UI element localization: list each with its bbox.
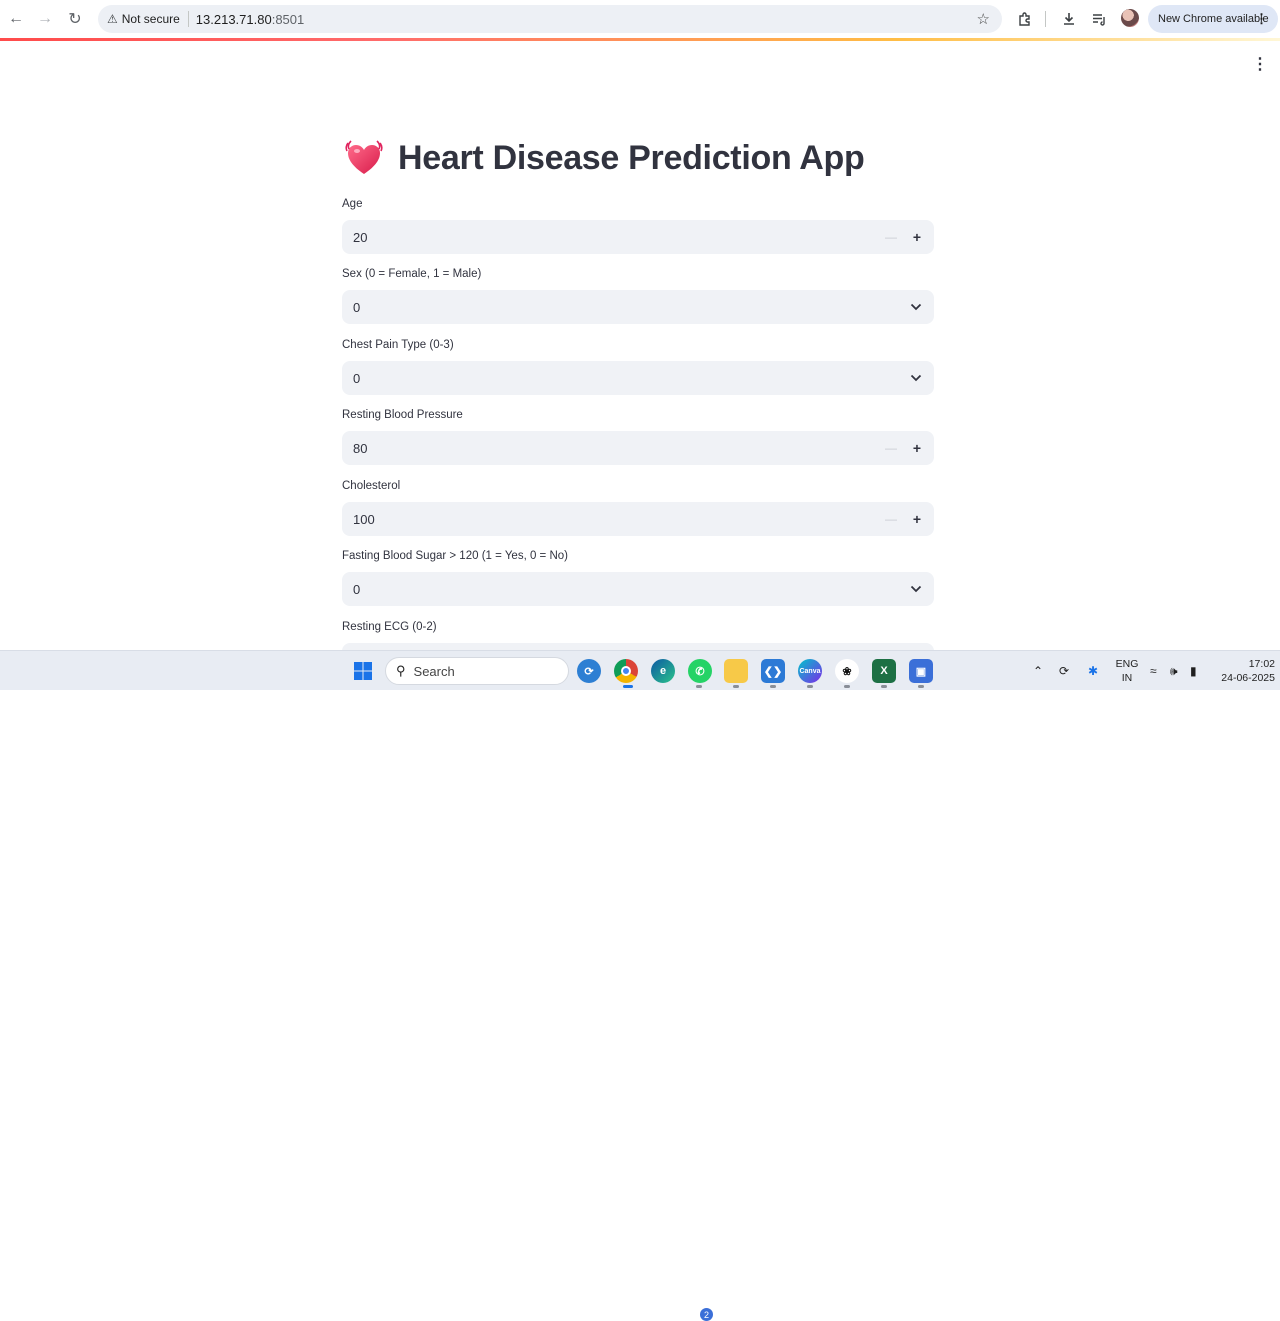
plus-icon[interactable]: + [906,431,928,465]
app-running-indicator [733,685,739,688]
app-running-indicator [770,685,776,688]
windows-taskbar: ⚲ Search ⟳ e ✆ 2 ❮❯ Canva ❀ X ▣ ⌃ ⟳ ✱ EN… [0,650,1280,1321]
region-code: IN [1121,672,1133,684]
chest-pain-field: Chest Pain Type (0-3) 0 [342,339,934,395]
taskbar-search[interactable]: ⚲ Search [385,657,569,685]
resting-bp-number-input[interactable]: 80 — + [342,431,934,465]
plus-icon[interactable]: + [906,502,928,536]
sex-label: Sex (0 = Female, 1 = Male) [342,268,482,280]
fasting-blood-sugar-field: Fasting Blood Sugar > 120 (1 = Yes, 0 = … [342,550,934,606]
chest-pain-select[interactable]: 0 [342,361,934,395]
language-indicator[interactable]: ENG IN [1114,657,1140,685]
canva-app-icon[interactable]: Canva [798,659,822,683]
system-clock[interactable]: 17:02 24-06-2025 [1215,657,1275,685]
fasting-blood-sugar-select[interactable]: 0 [342,572,934,606]
edge-app-icon[interactable]: e [651,659,675,683]
copilot-app-icon[interactable]: ⟳ [577,659,601,683]
forward-arrow-icon[interactable]: → [31,5,59,33]
chevron-down-icon[interactable] [908,572,924,606]
resting-ecg-field: Resting ECG (0-2) [342,621,934,650]
cholesterol-number-input[interactable]: 100 — + [342,502,934,536]
cholesterol-field: Cholesterol 100 — + [342,480,934,536]
chatgpt-app-icon[interactable]: ❀ [835,659,859,683]
media-controls-icon[interactable] [1085,5,1113,33]
sync-icon[interactable]: ⟳ [1059,651,1069,691]
app-running-indicator [881,685,887,688]
active-app-indicator [623,685,633,688]
bluetooth-icon[interactable]: ✱ [1088,651,1098,691]
remote-desktop-icon[interactable]: ▣ [909,659,933,683]
fasting-blood-sugar-value[interactable]: 0 [353,582,360,597]
chevron-down-icon[interactable] [908,361,924,395]
fasting-blood-sugar-label: Fasting Blood Sugar > 120 (1 = Yes, 0 = … [342,550,568,562]
url-port: :8501 [271,11,305,27]
clock-time: 17:02 [1248,658,1275,670]
reload-icon[interactable]: ↻ [61,5,89,33]
minus-icon[interactable]: — [880,220,902,254]
volume-icon[interactable]: 🕪 [1170,651,1178,691]
chevron-down-icon[interactable] [908,290,924,324]
chevron-up-icon[interactable]: ⌃ [1033,651,1043,691]
sex-field: Sex (0 = Female, 1 = Male) 0 [342,268,934,324]
extensions-icon[interactable] [1011,5,1039,33]
browser-toolbar: ← → ↻ ⚠ Not secure 13.213.71.80:8501 ☆ N… [0,0,1280,38]
back-arrow-icon[interactable]: ← [2,5,30,33]
bookmark-star-icon[interactable]: ☆ [977,10,990,28]
excel-app-icon[interactable]: X [872,659,896,683]
vscode-app-icon[interactable]: ❮❯ [761,659,785,683]
beating-heart-icon [342,136,386,180]
whatsapp-app-icon[interactable]: ✆ [688,659,712,683]
chrome-menu-icon[interactable]: ⋮ [1255,11,1268,27]
age-value[interactable]: 20 [353,230,367,245]
resting-ecg-label: Resting ECG (0-2) [342,621,437,633]
resting-bp-value[interactable]: 80 [353,441,367,456]
wifi-icon[interactable]: ≈ [1150,651,1157,691]
app-running-indicator [918,685,924,688]
minus-icon[interactable]: — [880,502,902,536]
app-running-indicator [844,685,850,688]
resting-bp-label: Resting Blood Pressure [342,409,463,421]
battery-icon[interactable]: ▮ [1190,651,1197,691]
windows-start-icon[interactable] [351,659,375,683]
search-icon: ⚲ [396,663,406,678]
update-chrome-button[interactable]: New Chrome available ⋮ [1148,5,1278,33]
search-placeholder: Search [413,663,455,679]
page-title-row: Heart Disease Prediction App [342,136,865,180]
resting-ecg-select[interactable] [342,643,934,650]
cholesterol-label: Cholesterol [342,480,401,492]
file-explorer-icon[interactable] [724,659,748,683]
app-main: ⋮ Heart Disease Prediction App Age 20 — … [0,41,1280,650]
whatsapp-badge: 2 [700,1308,713,1321]
age-label: Age [342,198,363,210]
resting-bp-field: Resting Blood Pressure 80 — + [342,409,934,465]
app-running-indicator [696,685,702,688]
plus-icon[interactable]: + [906,220,928,254]
download-icon[interactable] [1055,5,1083,33]
chest-pain-value[interactable]: 0 [353,371,360,386]
toolbar-divider [1045,11,1046,27]
app-menu-icon[interactable]: ⋮ [1252,55,1268,73]
app-running-indicator [807,685,813,688]
sex-select[interactable]: 0 [342,290,934,324]
sex-value[interactable]: 0 [353,300,360,315]
url-separator [187,11,189,27]
url-host: 13.213.71.80 [195,11,272,27]
age-field: Age 20 — + [342,198,934,254]
address-bar[interactable]: ⚠ Not secure 13.213.71.80:8501 ☆ [98,5,1002,33]
age-number-input[interactable]: 20 — + [342,220,934,254]
page-title: Heart Disease Prediction App [398,138,865,177]
url-text[interactable]: 13.213.71.80:8501 [196,12,304,27]
clock-date: 24-06-2025 [1221,672,1275,684]
update-chrome-label: New Chrome available [1158,13,1269,25]
chest-pain-label: Chest Pain Type (0-3) [342,339,454,351]
cholesterol-value[interactable]: 100 [353,512,375,527]
chrome-app-icon[interactable] [614,659,638,683]
security-label[interactable]: Not secure [122,12,180,26]
minus-icon[interactable]: — [880,431,902,465]
language-code: ENG [1115,658,1139,670]
warning-icon[interactable]: ⚠ [107,12,118,26]
profile-avatar[interactable] [1121,9,1139,27]
